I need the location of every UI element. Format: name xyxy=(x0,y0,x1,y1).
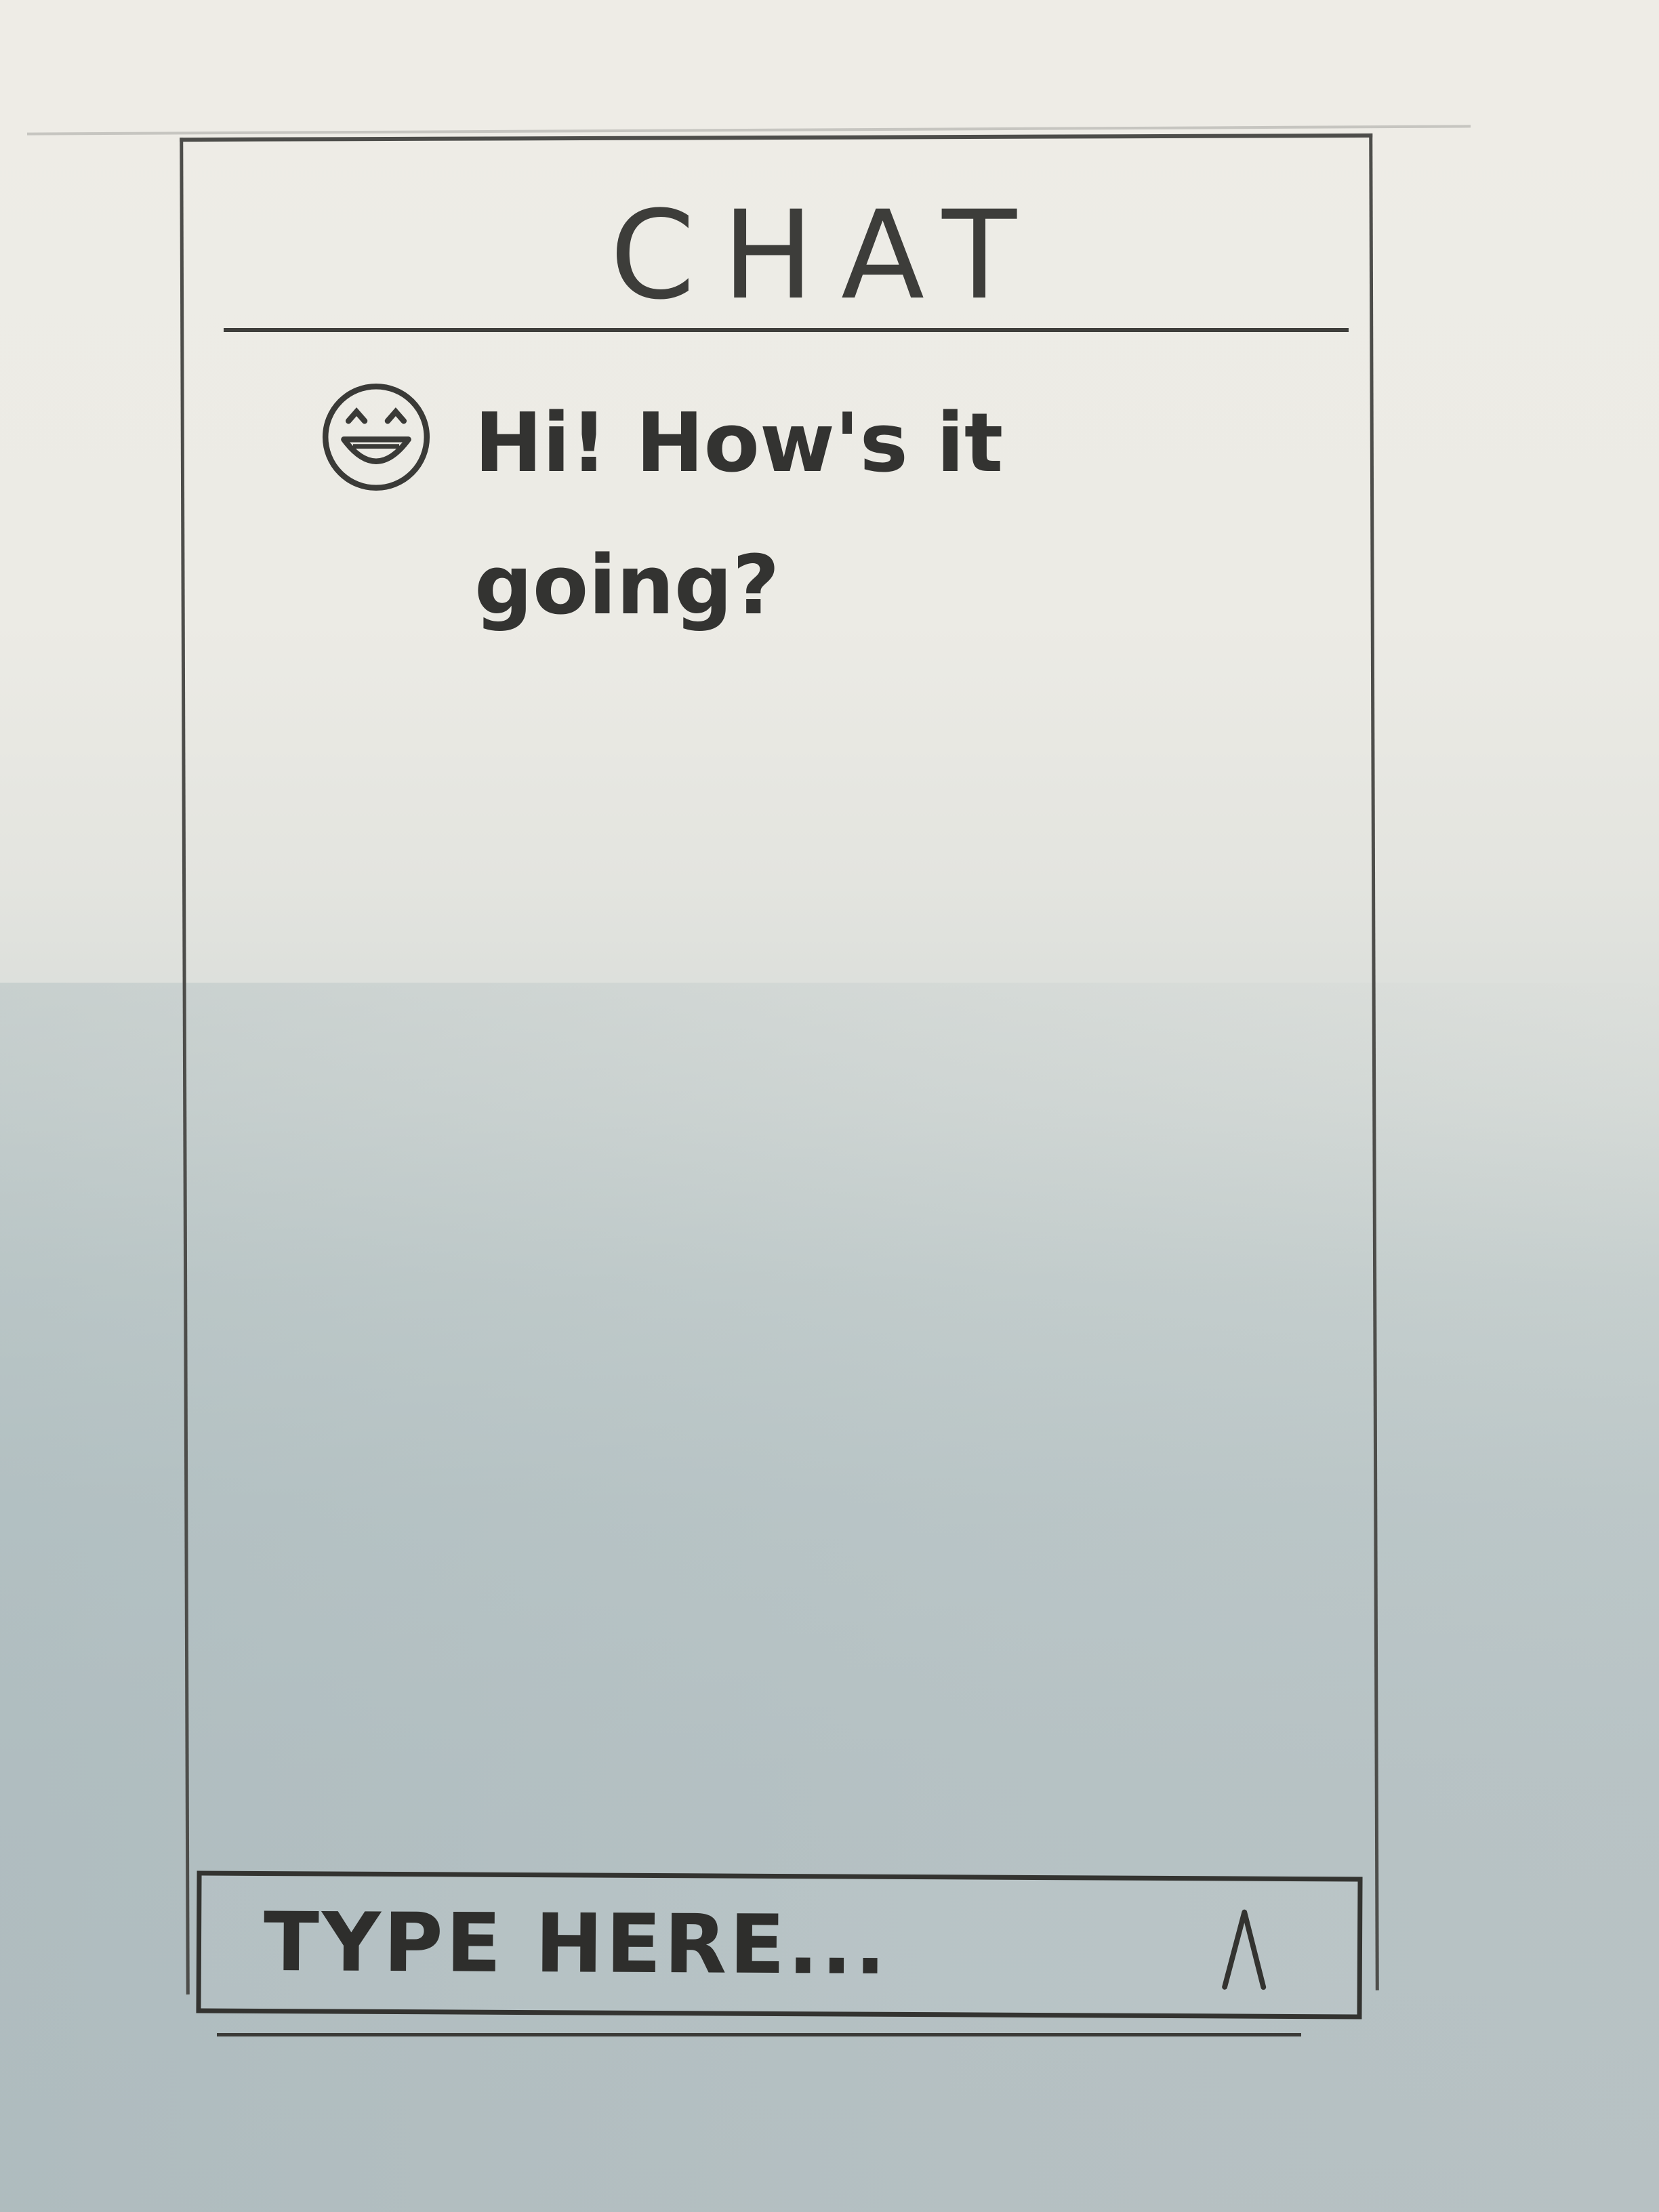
message-item: Hi! How's it going? xyxy=(319,380,1240,657)
message-composer xyxy=(196,1870,1363,2020)
message-text: Hi! How's it going? xyxy=(474,396,1004,633)
page-title: CHAT xyxy=(609,184,1044,327)
send-arrow-icon xyxy=(1222,1909,1267,1990)
chat-header: CHAT xyxy=(224,169,1349,332)
composer-underline xyxy=(217,2033,1301,2036)
message-input[interactable] xyxy=(262,1894,1201,1995)
send-button[interactable] xyxy=(1200,1896,1289,1999)
smiley-face-icon xyxy=(322,383,430,491)
